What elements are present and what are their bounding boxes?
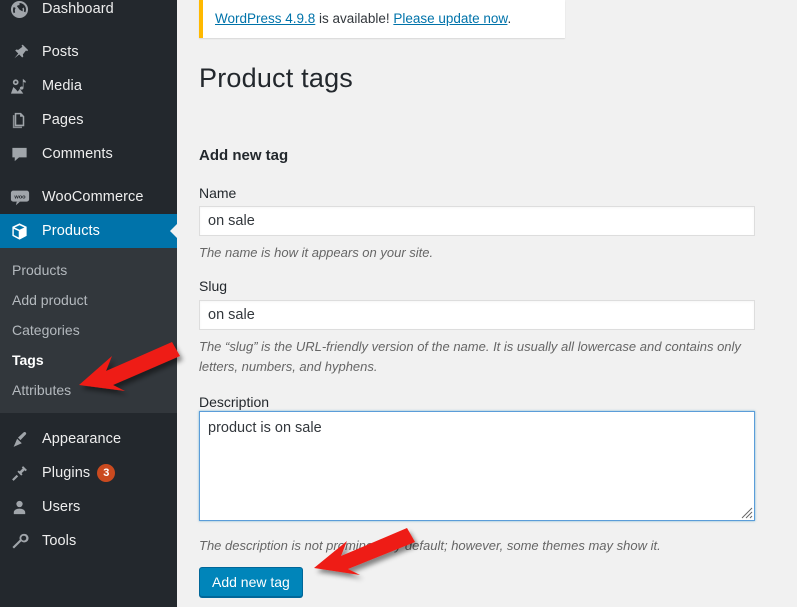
subitem-label: Categories [12, 322, 80, 338]
plug-icon [10, 463, 36, 483]
sidebar-item-label: Dashboard [42, 1, 114, 17]
sidebar-item-woocommerce[interactable]: woo WooCommerce [0, 180, 177, 214]
sidebar-item-label: WooCommerce [42, 189, 144, 205]
main-content: WordPress 4.9.8 is available! Please upd… [177, 0, 797, 607]
add-new-tag-button[interactable]: Add new tag [199, 567, 303, 597]
slug-help-text: The “slug” is the URL-friendly version o… [199, 339, 741, 375]
name-field-label: Name [199, 185, 237, 201]
pages-icon [10, 110, 36, 130]
sidebar-item-users[interactable]: Users [0, 490, 177, 524]
media-icon [10, 76, 36, 96]
sidebar-item-posts[interactable]: Posts [0, 35, 177, 69]
name-help-text: The name is how it appears on your site. [199, 245, 434, 260]
brush-icon [10, 429, 36, 449]
slug-input[interactable] [199, 300, 755, 330]
wordpress-admin-screen: Dashboard Posts Media Pages Comments woo… [0, 0, 797, 607]
sidebar-subitem-attributes[interactable]: Attributes [0, 375, 177, 405]
sidebar-item-label: Appearance [42, 431, 122, 447]
sidebar-item-label: Products [42, 223, 101, 239]
menu-separator [0, 413, 177, 422]
update-notice: WordPress 4.9.8 is available! Please upd… [199, 0, 565, 38]
plugins-update-badge: 3 [97, 464, 116, 482]
dashboard-icon [10, 0, 36, 19]
woocommerce-icon: woo [10, 187, 36, 207]
notice-middle-text: is available! [315, 11, 394, 26]
description-field-label: Description [199, 394, 270, 410]
description-textarea[interactable] [199, 411, 755, 521]
subitem-label: Tags [12, 352, 44, 368]
slug-field-label: Slug [199, 278, 228, 294]
sidebar-subitem-tags[interactable]: Tags [0, 345, 177, 375]
sidebar-item-label: Pages [42, 112, 84, 128]
sidebar-item-label: Comments [42, 146, 113, 162]
description-help-text: The description is not prominent by defa… [199, 538, 661, 553]
sidebar-item-media[interactable]: Media [0, 69, 177, 103]
sidebar-item-label: Users [42, 499, 81, 515]
sidebar-subitem-add-product[interactable]: Add product [0, 285, 177, 315]
admin-sidebar: Dashboard Posts Media Pages Comments woo… [0, 0, 177, 607]
menu-separator [0, 171, 177, 180]
add-new-tag-heading: Add new tag [199, 147, 289, 164]
notice-end-text: . [507, 11, 512, 26]
pin-icon [10, 42, 36, 62]
sidebar-item-products[interactable]: Products [0, 214, 177, 248]
sidebar-item-comments[interactable]: Comments [0, 137, 177, 171]
page-title: Product tags [199, 63, 353, 93]
subitem-label: Products [12, 262, 68, 278]
sidebar-subitem-products[interactable]: Products [0, 255, 177, 285]
name-input[interactable] [199, 206, 755, 236]
sidebar-item-plugins[interactable]: Plugins 3 [0, 456, 177, 490]
products-box-icon [10, 221, 36, 241]
sidebar-item-dashboard[interactable]: Dashboard [0, 0, 177, 26]
sidebar-subitem-categories[interactable]: Categories [0, 315, 177, 345]
sidebar-item-pages[interactable]: Pages [0, 103, 177, 137]
subitem-label: Add product [12, 292, 88, 308]
sidebar-item-tools[interactable]: Tools [0, 524, 177, 558]
subitem-label: Attributes [12, 382, 72, 398]
sidebar-item-label: Tools [42, 533, 77, 549]
svg-text:woo: woo [13, 194, 26, 200]
sidebar-item-label: Plugins [42, 465, 91, 481]
products-submenu: Products Add product Categories Tags Att… [0, 248, 177, 413]
user-icon [10, 497, 36, 517]
update-now-link[interactable]: Please update now [393, 11, 507, 26]
sidebar-item-label: Media [42, 78, 82, 94]
wordpress-version-link[interactable]: WordPress 4.9.8 [215, 11, 315, 26]
sidebar-item-appearance[interactable]: Appearance [0, 422, 177, 456]
wrench-icon [10, 531, 36, 551]
menu-separator [0, 26, 177, 35]
sidebar-item-label: Posts [42, 44, 79, 60]
comments-icon [10, 144, 36, 164]
